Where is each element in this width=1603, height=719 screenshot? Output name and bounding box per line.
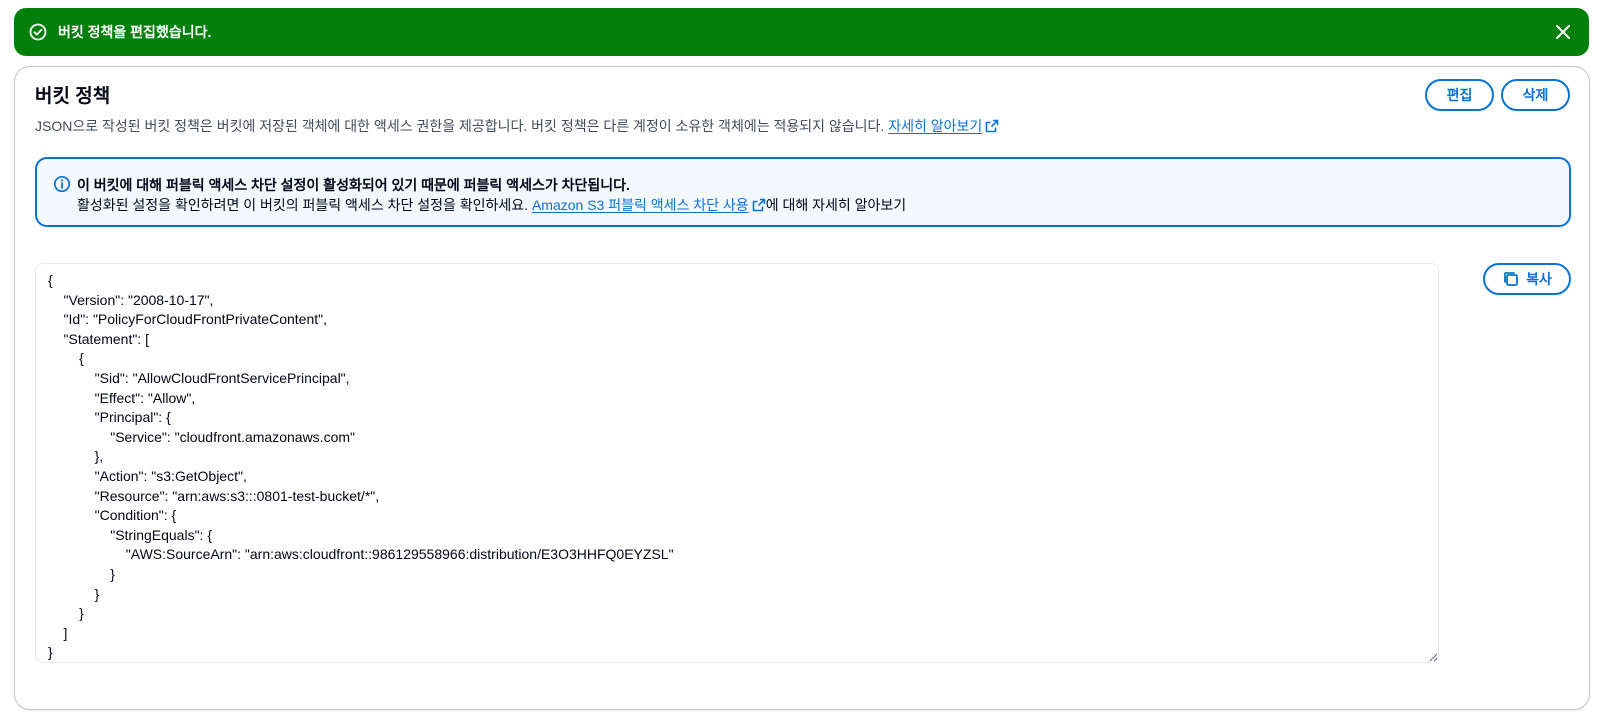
- info-icon: [53, 175, 71, 193]
- edit-button[interactable]: 편집: [1425, 79, 1494, 111]
- alert-body: 활성화된 설정을 확인하려면 이 버킷의 퍼블릭 액세스 차단 설정을 확인하세…: [77, 195, 906, 215]
- external-link-icon: [985, 119, 999, 133]
- policy-json-textarea[interactable]: { "Version": "2008-10-17", "Id": "Policy…: [35, 263, 1439, 663]
- copy-label: 복사: [1526, 271, 1552, 287]
- description-text: JSON으로 작성된 버킷 정책은 버킷에 저장된 객체에 대한 액세스 권한을…: [35, 118, 889, 134]
- alert-body-suffix: 에 대해 자세히 알아보기: [765, 197, 907, 213]
- section-title: 버킷 정책: [35, 86, 111, 107]
- copy-button[interactable]: 복사: [1483, 263, 1571, 295]
- flash-message: 버킷 정책을 편집했습니다.: [58, 24, 212, 40]
- section-description: JSON으로 작성된 버킷 정책은 버킷에 저장된 객체에 대한 액세스 권한을…: [35, 116, 999, 136]
- learn-more-label: 자세히 알아보기: [888, 118, 983, 134]
- copy-icon: [1504, 272, 1519, 286]
- bucket-policy-panel: 버킷 정책 JSON으로 작성된 버킷 정책은 버킷에 저장된 객체에 대한 액…: [14, 66, 1590, 710]
- block-public-access-link[interactable]: Amazon S3 퍼블릭 액세스 차단 사용: [532, 197, 766, 213]
- check-circle-icon: [28, 22, 48, 42]
- external-link-icon: [752, 198, 765, 212]
- resize-grip-icon[interactable]: [1428, 652, 1438, 662]
- block-public-access-link-label: Amazon S3 퍼블릭 액세스 차단 사용: [531, 197, 749, 213]
- delete-button[interactable]: 삭제: [1501, 79, 1570, 111]
- learn-more-link[interactable]: 자세히 알아보기: [888, 118, 999, 134]
- close-icon[interactable]: [1553, 22, 1573, 42]
- success-flashbar: 버킷 정책을 편집했습니다.: [14, 8, 1589, 56]
- alert-title: 이 버킷에 대해 퍼블릭 액세스 차단 설정이 활성화되어 있기 때문에 퍼블릭…: [77, 177, 630, 193]
- alert-body-text: 활성화된 설정을 확인하려면 이 버킷의 퍼블릭 액세스 차단 설정을 확인하세…: [77, 197, 532, 213]
- info-alert: 이 버킷에 대해 퍼블릭 액세스 차단 설정이 활성화되어 있기 때문에 퍼블릭…: [35, 157, 1571, 227]
